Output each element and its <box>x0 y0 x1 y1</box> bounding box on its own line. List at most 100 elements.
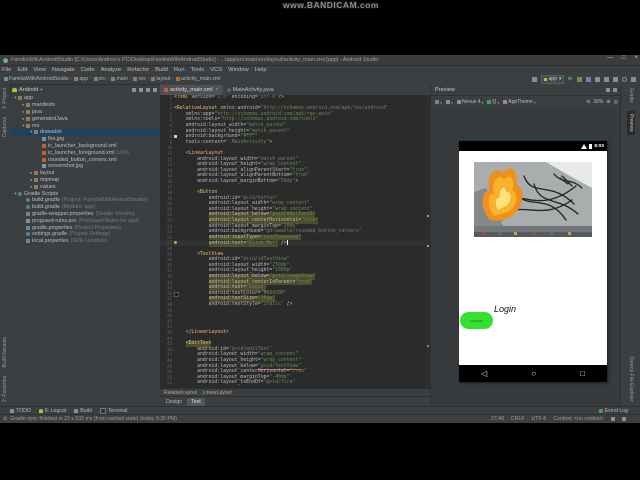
tree-item[interactable]: ▸ layout <box>10 170 160 177</box>
tree-item[interactable]: fire.jpg <box>10 136 160 143</box>
tree-item[interactable]: build.gradle (Module: app) <box>10 204 160 211</box>
run-configuration-select[interactable]: app ▾ <box>540 74 565 84</box>
code-editor[interactable]: 1 <?xml version="1.0" encoding="utf-8"?> 2… <box>160 95 434 407</box>
caret-position[interactable]: 27:48 <box>491 416 504 422</box>
tree-item[interactable]: ic_launcher_background.xml <box>10 143 160 150</box>
profiler-button[interactable] <box>586 76 591 82</box>
hide-panel-icon[interactable] <box>613 87 617 92</box>
lock-icon[interactable] <box>611 417 615 421</box>
minimize-button[interactable]: — <box>607 55 613 61</box>
tree-item[interactable]: gradle.properties (Project Properties) <box>10 224 160 231</box>
search-icon[interactable] <box>622 76 627 82</box>
zoom-out-icon[interactable]: ⊖ <box>586 99 590 105</box>
menu-analyze[interactable]: Analyze <box>101 67 122 73</box>
tree-item[interactable]: settings.gradle (Project Settings) <box>10 231 160 238</box>
tool-tab-1-project[interactable]: 1: Project <box>2 88 8 109</box>
avd-manager-icon[interactable] <box>631 76 636 82</box>
menu-code[interactable]: Code <box>81 67 95 73</box>
toolwindow-build[interactable]: Build <box>74 408 92 414</box>
tree-item[interactable]: ▸ values <box>10 183 160 190</box>
tree-item[interactable]: ▾ Gradle Scripts <box>10 190 160 197</box>
breadcrumb-item[interactable]: layout <box>151 76 170 82</box>
stop-button[interactable] <box>595 76 600 82</box>
toolwindow-terminal[interactable]: Terminal <box>99 407 127 414</box>
menu-run[interactable]: Run <box>174 67 185 73</box>
code-area[interactable]: 1 <?xml version="1.0" encoding="utf-8"?> 2… <box>160 95 430 388</box>
api-level-icon <box>487 100 492 104</box>
zoom-fit-icon[interactable]: ◎ <box>614 99 618 105</box>
menu-window[interactable]: Window <box>228 67 249 73</box>
tree-item[interactable]: screenshot.jpg <box>10 163 160 170</box>
toolwindow-todo[interactable]: TODO <box>10 408 31 414</box>
preview-canvas[interactable]: 8:00 Login ••••••• ◁ ○ □ <box>431 107 621 406</box>
tool-tab-build-variants[interactable]: Build Variants <box>2 337 8 367</box>
breadcrumb-item[interactable]: app <box>74 76 88 82</box>
tree-item[interactable]: gradle-wrapper.properties (Gradle Version… <box>10 211 160 218</box>
menu-refactor[interactable]: Refactor <box>127 67 149 73</box>
locate-file-icon[interactable] <box>132 87 136 92</box>
device-select[interactable]: Nexus 4 ▾ <box>457 99 483 105</box>
device-manager-icon[interactable] <box>604 76 609 82</box>
api-select[interactable]: Q ▾ <box>487 99 499 105</box>
close-icon[interactable]: × <box>216 87 219 93</box>
tree-item[interactable]: proguard-rules.pro (ProGuard Rules for ap… <box>10 217 160 224</box>
breadcrumb-item[interactable]: main <box>111 76 128 82</box>
tab-mainactivity-java[interactable]: MainActivity.java <box>223 85 278 95</box>
maximize-button[interactable]: □ <box>622 55 626 61</box>
tree-item[interactable]: ▸ generatedJava <box>10 115 160 122</box>
settings-gear-icon[interactable] <box>606 87 610 92</box>
tab-text[interactable]: Text <box>187 398 205 406</box>
tab-design[interactable]: Design <box>162 398 186 406</box>
breadcrumb-item[interactable]: res <box>133 76 146 82</box>
menu-tools[interactable]: Tools <box>191 67 205 73</box>
tool-tab-device-file-explorer[interactable]: Device File Explorer <box>628 357 634 402</box>
tree-item[interactable]: ic_launcher_foreground.xml (v24) <box>10 149 160 156</box>
gradle-sync-icon[interactable] <box>613 76 618 82</box>
toolwindow-logcat[interactable]: 6: Logcat <box>38 408 66 414</box>
build-icon <box>74 408 79 413</box>
collapse-all-icon[interactable] <box>139 87 143 92</box>
theme-select[interactable]: AppTheme ▾ <box>503 99 536 105</box>
menu-vcs[interactable]: VCS <box>210 67 222 73</box>
breadcrumb-item[interactable]: FamiliaWithAndroidStudio <box>4 76 69 82</box>
breadcrumb-item[interactable]: activity_main.xml <box>175 76 220 82</box>
menu-view[interactable]: View <box>33 67 45 73</box>
debug-button[interactable] <box>577 76 582 82</box>
tree-item[interactable]: ▸ java <box>10 109 160 116</box>
orientation-select[interactable]: ▾ <box>446 100 453 105</box>
project-view-selector[interactable]: Android <box>19 87 38 93</box>
menu-edit[interactable]: Edit <box>17 67 27 73</box>
tree-item[interactable]: local.properties (SDK Location) <box>10 238 160 245</box>
breadcrumb-item[interactable]: src <box>93 76 106 82</box>
tool-tab-captures[interactable]: Captures <box>2 117 8 137</box>
tree-item[interactable]: ▸ manifests <box>10 102 160 109</box>
code-line[interactable]: 52 android:layout_toEndOf="@+id/fire" <box>160 380 430 386</box>
tab-activity_main-xml[interactable]: activity_main.xml × <box>160 85 223 95</box>
folder-icon <box>34 171 38 176</box>
wrench-icon[interactable] <box>531 76 537 82</box>
tool-tab-preview[interactable]: Preview <box>627 111 635 135</box>
settings-gear-icon[interactable] <box>146 87 150 92</box>
menu-file[interactable]: File <box>2 67 11 73</box>
tree-item[interactable]: ▾ drawable <box>10 128 160 136</box>
tree-item[interactable]: rounded_button_corners.xml <box>10 156 160 163</box>
tree-item[interactable]: ▾ res <box>10 122 160 129</box>
tool-tab-gradle[interactable]: Gradle <box>628 88 634 103</box>
toolwindow-grid-icon[interactable]: ⊞ <box>3 416 7 422</box>
design-surface-select[interactable]: ▾ <box>435 100 442 105</box>
tool-tab-2-favorites[interactable]: 2: Favorites <box>2 376 8 402</box>
event-log-button[interactable]: Event Log <box>598 408 628 414</box>
zoom-in-icon[interactable]: ⊕ <box>606 99 610 105</box>
highlight-level-icon[interactable] <box>622 417 626 421</box>
tree-item[interactable]: ▸ mipmap <box>10 177 160 184</box>
tree-item[interactable]: build.gradle (Project: FamiliaWithAndroid… <box>10 197 160 204</box>
hide-panel-icon[interactable] <box>153 87 157 92</box>
line-separator[interactable]: CRLF <box>511 416 525 422</box>
encoding[interactable]: UTF-8 <box>532 416 547 422</box>
close-button[interactable]: × <box>634 55 638 61</box>
menu-build[interactable]: Build <box>155 67 168 73</box>
tree-item[interactable]: ▾ app <box>10 95 160 102</box>
menu-help[interactable]: Help <box>255 67 267 73</box>
menu-navigate[interactable]: Navigate <box>52 67 75 73</box>
run-button[interactable]: ▶ <box>568 76 573 82</box>
